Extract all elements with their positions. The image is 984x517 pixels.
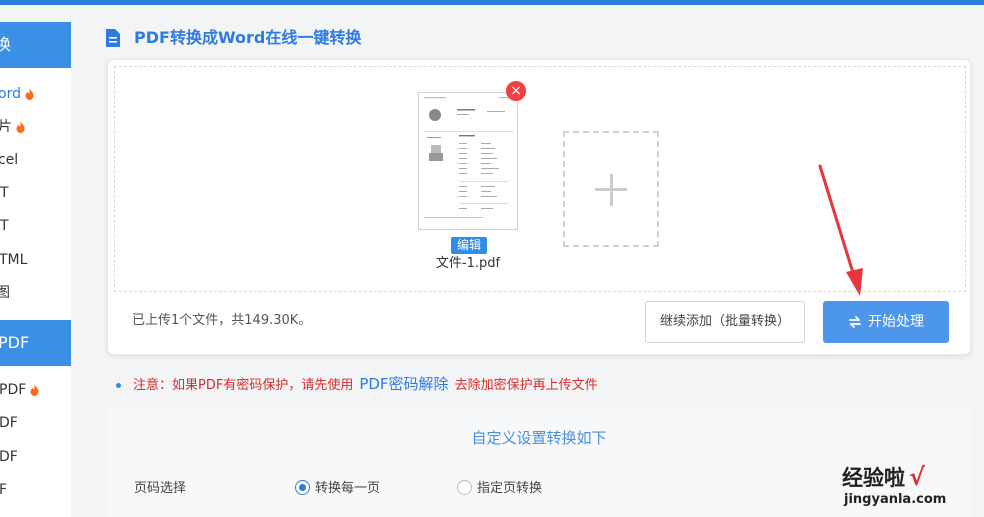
sidebar-item-pdf-to-long-image[interactable]: 图 <box>0 278 71 308</box>
sidebar-item-label: 图 <box>0 285 10 301</box>
sidebar-header-label: 换 <box>0 35 12 54</box>
sidebar-header-label: PDF <box>0 333 30 352</box>
start-processing-label: 开始处理 <box>868 314 924 330</box>
upload-status: 已上传1个文件，共149.30K。 <box>132 313 312 328</box>
continue-add-button[interactable]: 继续添加（批量转换） <box>645 301 805 343</box>
sidebar-item-ppt-to-pdf[interactable]: F <box>0 475 71 505</box>
radio-convert-every-page[interactable]: 转换每一页 <box>295 480 380 498</box>
settings-title: 自定义设置转换如下 <box>471 429 607 447</box>
sidebar-item-pdf-to-html[interactable]: TML <box>0 245 71 275</box>
sidebar-item-label: cel <box>0 152 19 168</box>
sidebar-item-word-to-pdf[interactable]: PDF <box>0 375 71 405</box>
sidebar-item-label: 片 <box>0 119 12 135</box>
document-icon <box>106 29 120 47</box>
watermark: 经验啦 √ jingyanla.com <box>836 462 976 514</box>
sidebar-item-image-to-pdf[interactable]: DF <box>0 408 71 438</box>
swap-icon <box>849 316 861 328</box>
document-preview-icon <box>424 97 514 218</box>
page-title: PDF转换成Word在线一键转换 <box>134 28 362 47</box>
sidebar-item-label: F <box>0 482 8 498</box>
sidebar-section-header-convert[interactable]: 换 <box>0 22 71 68</box>
check-icon: √ <box>909 463 926 491</box>
sidebar-item-label: TML <box>0 252 28 268</box>
sidebar-item-excel-to-pdf[interactable]: DF <box>0 442 71 472</box>
fire-icon <box>30 384 39 396</box>
password-notice: 注意：如果PDF有密码保护，请先使用 PDF密码解除 去除加密保护再上传文件 <box>116 374 598 396</box>
notice-prefix: 注意：如果PDF有密码保护，请先使用 <box>133 378 354 393</box>
upload-panel: × 编辑 文件-1.pdf 已上传1个文件，共149.30K。 继续添加（批量转… <box>107 59 971 355</box>
sidebar-item-pdf-to-excel[interactable]: cel <box>0 145 71 175</box>
sidebar: 换 ord 片 cel T T TML 图 PDF PDF DF DF F <box>0 22 71 517</box>
sidebar-item-pdf-to-ppt[interactable]: T <box>0 178 71 208</box>
fire-icon <box>25 88 34 100</box>
sidebar-item-label: DF <box>0 449 18 465</box>
bullet-icon <box>116 383 121 388</box>
radio-label: 转换每一页 <box>315 481 381 496</box>
sidebar-item-pdf-to-txt[interactable]: T <box>0 211 71 241</box>
sidebar-section-header-to-pdf[interactable]: PDF <box>0 320 71 366</box>
sidebar-item-pdf-to-image[interactable]: 片 <box>0 112 71 142</box>
top-accent-bar <box>0 0 984 5</box>
pdf-unlock-link[interactable]: PDF密码解除 <box>359 375 448 393</box>
start-processing-button[interactable]: 开始处理 <box>823 301 949 343</box>
sidebar-item-pdf-to-word[interactable]: ord <box>0 79 71 109</box>
sidebar-item-label: DF <box>0 415 18 431</box>
sidebar-item-label: ord <box>0 86 21 102</box>
radio-unchecked-icon <box>457 480 472 495</box>
file-drop-zone[interactable]: × 编辑 文件-1.pdf <box>114 66 966 292</box>
file-name: 文件-1.pdf <box>435 256 501 271</box>
remove-file-button[interactable]: × <box>506 81 526 101</box>
file-thumbnail <box>418 92 518 230</box>
sidebar-item-label: T <box>0 218 9 234</box>
radio-checked-icon <box>295 480 310 495</box>
sidebar-item-label: T <box>0 185 9 201</box>
edit-file-button[interactable]: 编辑 <box>451 237 487 254</box>
page-select-label: 页码选择 <box>134 481 187 496</box>
radio-label: 指定页转换 <box>477 481 543 496</box>
notice-suffix: 去除加密保护再上传文件 <box>454 378 598 393</box>
add-file-button[interactable] <box>563 131 659 247</box>
fire-icon <box>16 121 25 133</box>
radio-specify-pages[interactable]: 指定页转换 <box>457 480 542 498</box>
watermark-url: jingyanla.com <box>844 492 947 507</box>
watermark-text: 经验啦 <box>842 466 905 490</box>
sidebar-item-label: PDF <box>0 382 27 398</box>
